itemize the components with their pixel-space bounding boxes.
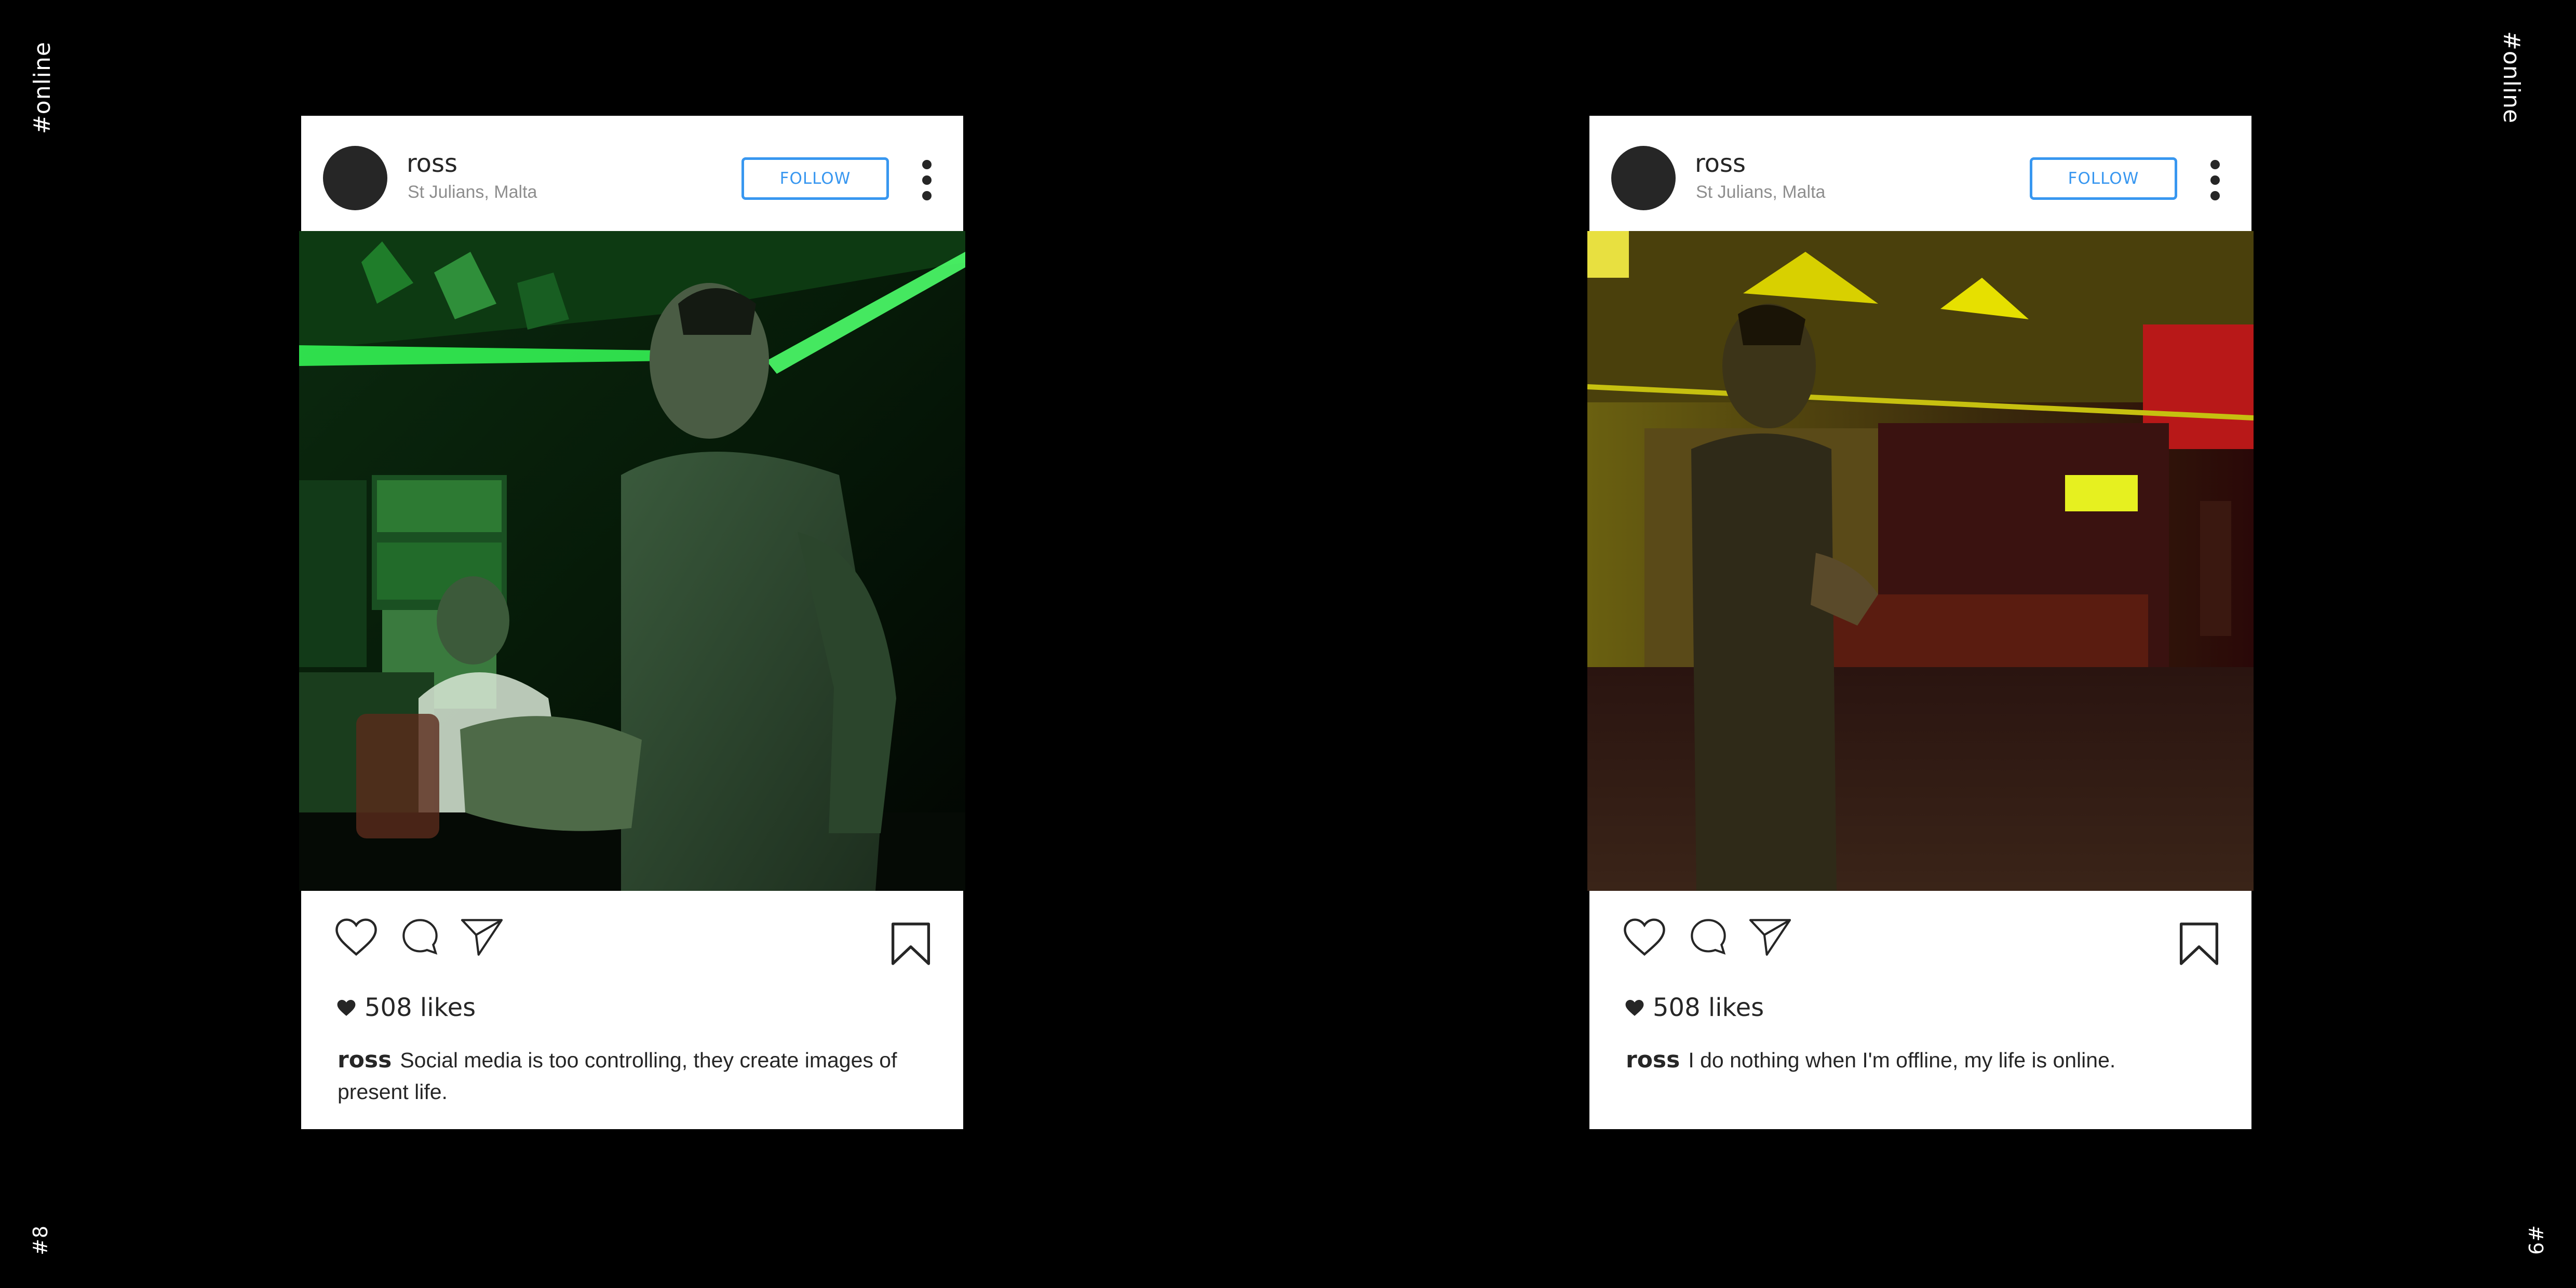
post-header: ross St Julians, Malta FOLLOW <box>301 116 963 231</box>
page-number-left: #8 <box>29 1225 52 1255</box>
comment-icon[interactable] <box>400 917 440 956</box>
post-photo[interactable] <box>299 231 965 891</box>
post-card: ross St Julians, Malta FOLLOW 508 likes … <box>1587 116 2254 1129</box>
follow-button[interactable]: FOLLOW <box>741 157 889 200</box>
heart-icon[interactable] <box>1623 917 1666 956</box>
bookmark-icon[interactable] <box>2179 922 2219 966</box>
avatar[interactable] <box>1611 146 1676 210</box>
heart-icon[interactable] <box>335 917 377 956</box>
more-options-icon[interactable] <box>921 159 933 201</box>
post-header: ross St Julians, Malta FOLLOW <box>1589 116 2251 231</box>
comment-icon[interactable] <box>1689 917 1728 956</box>
bookmark-icon[interactable] <box>891 922 931 966</box>
post-caption: ross I do nothing when I'm offline, my li… <box>1626 1044 2218 1076</box>
side-label-top-left: #online <box>29 42 56 134</box>
likes-count[interactable]: 508 likes <box>1653 993 1764 1022</box>
page-number-right: #9 <box>2524 1225 2547 1256</box>
post-username[interactable]: ross <box>1695 149 1746 178</box>
heart-filled-icon <box>337 999 356 1016</box>
caption-text: Social media is too controlling, they cr… <box>338 1048 897 1104</box>
post-card: ross St Julians, Malta FOLLOW 508 likes … <box>299 116 965 1129</box>
post-caption: ross Social media is too controlling, the… <box>338 1044 929 1108</box>
share-icon[interactable] <box>1748 917 1792 956</box>
more-options-icon[interactable] <box>2209 159 2221 201</box>
post-username[interactable]: ross <box>407 149 457 178</box>
likes-row: 508 likes <box>336 993 476 1022</box>
heart-filled-icon <box>1625 999 1644 1016</box>
post-location[interactable]: St Julians, Malta <box>408 182 537 202</box>
post-location[interactable]: St Julians, Malta <box>1696 182 1825 202</box>
follow-button[interactable]: FOLLOW <box>2030 157 2177 200</box>
avatar[interactable] <box>323 146 387 210</box>
caption-username[interactable]: ross <box>338 1047 392 1073</box>
share-icon[interactable] <box>460 917 504 956</box>
caption-username[interactable]: ross <box>1626 1047 1680 1073</box>
likes-row: 508 likes <box>1625 993 1764 1022</box>
caption-text: I do nothing when I'm offline, my life i… <box>1688 1048 2116 1072</box>
post-photo[interactable] <box>1587 231 2254 891</box>
likes-count[interactable]: 508 likes <box>365 993 476 1022</box>
side-label-top-right: #online <box>2498 31 2525 124</box>
